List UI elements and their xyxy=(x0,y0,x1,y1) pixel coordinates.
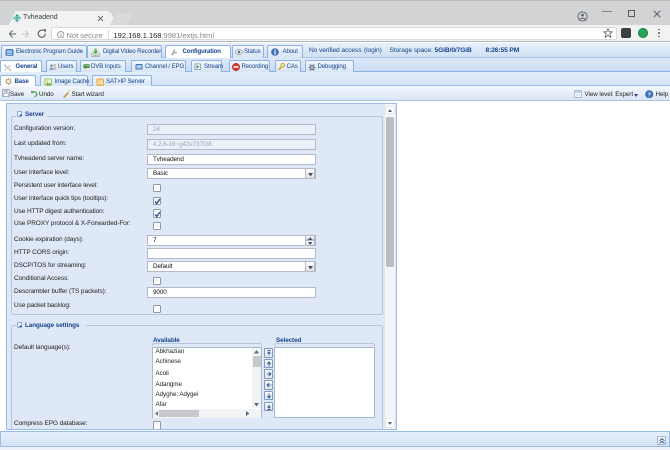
svg-text:?: ? xyxy=(647,92,651,98)
